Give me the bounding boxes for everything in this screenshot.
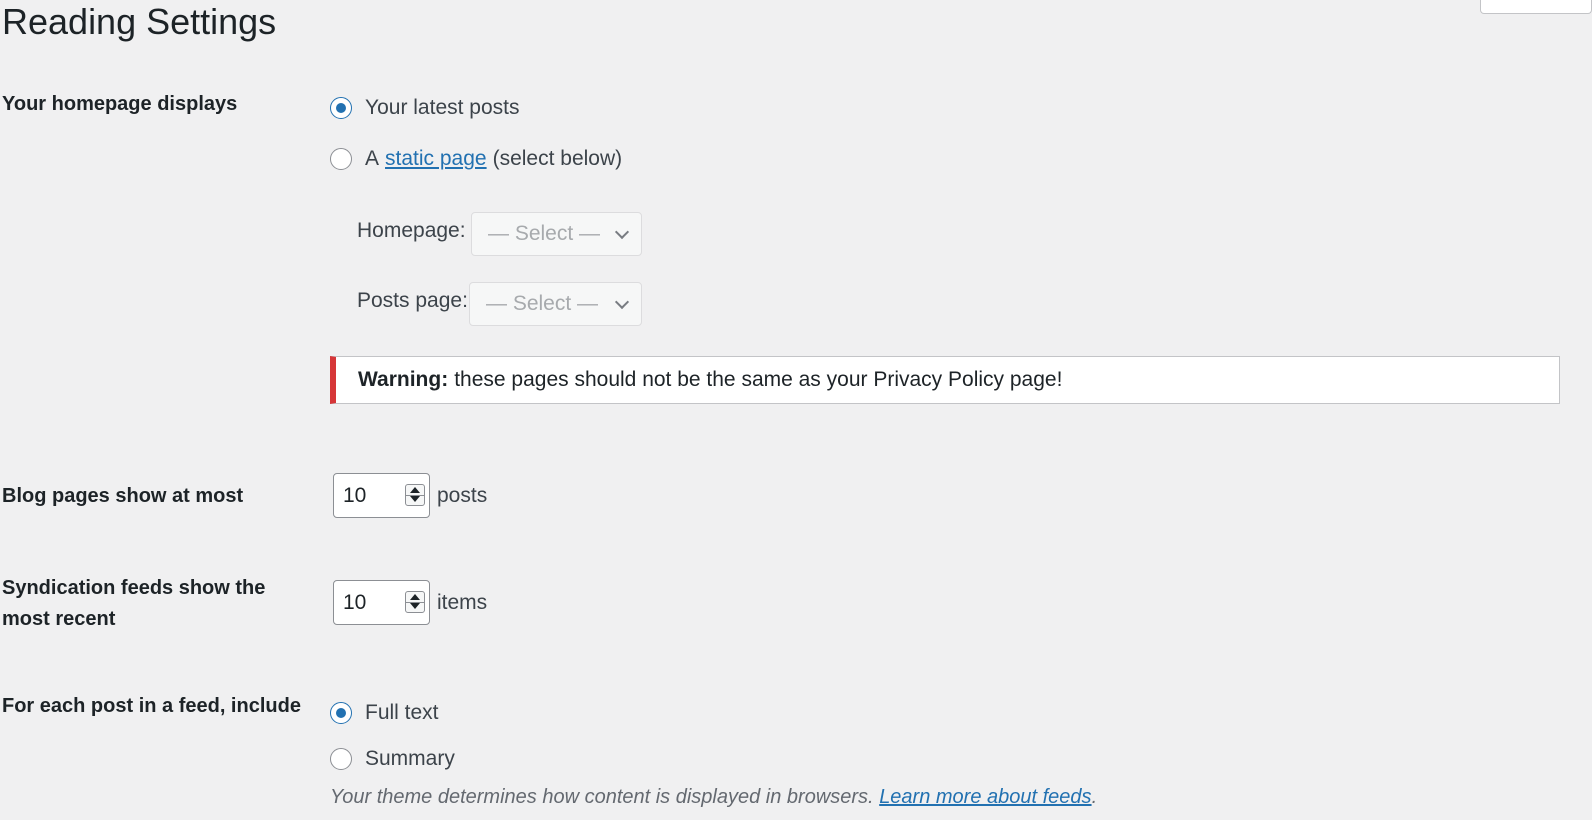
homepage-select[interactable]: — Select — [471, 212, 642, 256]
reading-settings-page: Reading Settings Your homepage displays … [0, 0, 1592, 820]
radio-static-prefix: A [365, 147, 380, 170]
syndication-number-input[interactable]: 10 [333, 580, 430, 625]
blog-pages-value: 10 [343, 483, 367, 507]
syndication-value: 10 [343, 590, 367, 614]
feed-description-end: . [1091, 786, 1098, 808]
blog-pages-label: Blog pages show at most [2, 485, 244, 507]
spinner-down-icon[interactable] [410, 603, 420, 609]
radio-static-page-control[interactable] [330, 148, 352, 170]
homepage-select-label: Homepage: [357, 219, 466, 242]
privacy-warning-notice: Warning: these pages should not be the s… [330, 356, 1560, 404]
warning-strong: Warning: [358, 368, 449, 391]
learn-more-feeds-link[interactable]: Learn more about feeds [879, 786, 1091, 808]
blog-pages-spinner[interactable] [405, 484, 425, 506]
blog-pages-unit: posts [437, 484, 488, 507]
posts-page-select[interactable]: — Select — [469, 282, 642, 326]
posts-page-select-label: Posts page: [357, 289, 468, 312]
help-tab-button[interactable] [1480, 0, 1592, 14]
feed-include-label: For each post in a feed, include [2, 695, 301, 717]
syndication-label: Syndication feeds show the most recent [2, 573, 265, 635]
spinner-down-icon[interactable] [410, 496, 420, 502]
page-title: Reading Settings [2, 1, 277, 42]
radio-summary-label: Summary [365, 747, 455, 770]
radio-full-text-control[interactable] [330, 702, 352, 724]
homepage-displays-label: Your homepage displays [2, 93, 238, 115]
syndication-unit: items [437, 591, 488, 614]
radio-static-page[interactable]: A static page (select below) [330, 147, 622, 171]
syndication-label-line1: Syndication feeds show the [2, 577, 266, 599]
radio-summary[interactable]: Summary [330, 747, 455, 771]
spinner-up-icon[interactable] [410, 487, 420, 493]
radio-latest-posts-label: Your latest posts [365, 96, 520, 119]
radio-full-text-label: Full text [365, 701, 439, 724]
radio-latest-posts-control[interactable] [330, 97, 352, 119]
chevron-down-icon [614, 294, 630, 310]
warning-text: these pages should not be the same as yo… [454, 368, 1063, 391]
homepage-select-value: — Select — [488, 222, 601, 245]
chevron-down-icon [614, 224, 630, 240]
radio-latest-posts[interactable]: Your latest posts [330, 96, 520, 120]
syndication-label-line2: most recent [2, 608, 116, 630]
radio-full-text[interactable]: Full text [330, 701, 439, 725]
radio-static-suffix: (select below) [492, 147, 623, 170]
spinner-up-icon[interactable] [410, 594, 420, 600]
blog-pages-number-input[interactable]: 10 [333, 473, 430, 518]
feed-description: Your theme determines how content is dis… [330, 786, 1097, 809]
feed-description-text: Your theme determines how content is dis… [330, 786, 874, 808]
radio-summary-control[interactable] [330, 748, 352, 770]
syndication-spinner[interactable] [405, 591, 425, 613]
posts-page-select-value: — Select — [486, 292, 599, 315]
static-page-link[interactable]: static page [385, 147, 487, 171]
